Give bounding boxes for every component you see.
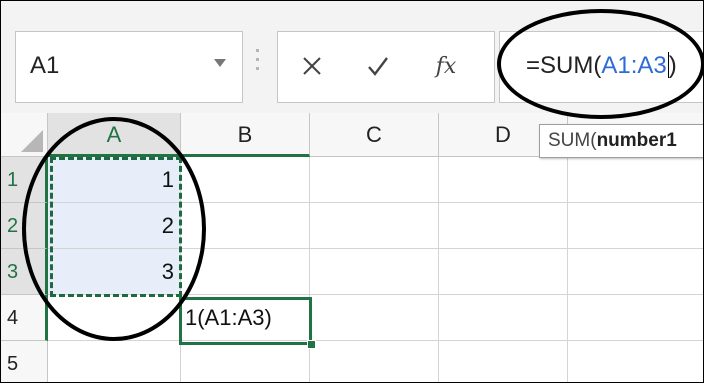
- cell-a4[interactable]: [48, 295, 181, 341]
- cell-e4[interactable]: [568, 295, 703, 341]
- select-all-corner[interactable]: [1, 113, 48, 157]
- cell-d2[interactable]: [439, 203, 568, 249]
- select-all-icon: [21, 130, 43, 152]
- row-header-3[interactable]: 3: [1, 249, 48, 295]
- cell-c3[interactable]: [310, 249, 439, 295]
- close-icon: [303, 57, 321, 75]
- column-header-b[interactable]: B: [181, 113, 310, 157]
- column-header-c[interactable]: C: [310, 113, 439, 157]
- cell-e3[interactable]: [568, 249, 703, 295]
- cell-c1[interactable]: [310, 157, 439, 203]
- cell-e5[interactable]: [568, 341, 703, 382]
- cell-d4[interactable]: [439, 295, 568, 341]
- formula-reference: A1:A3: [601, 52, 667, 79]
- fill-handle[interactable]: [307, 340, 316, 349]
- function-icon: fx: [435, 53, 457, 79]
- name-box-value: A1: [30, 52, 60, 79]
- cell-c4[interactable]: [310, 295, 439, 341]
- name-box[interactable]: A1: [15, 31, 243, 103]
- cell-b2[interactable]: [181, 203, 310, 249]
- cell-d5[interactable]: [439, 341, 568, 382]
- formula-text: =SUM(A1:A3): [526, 52, 677, 80]
- cancel-button[interactable]: [292, 46, 332, 86]
- tooltip-function: SUM(: [548, 130, 597, 151]
- cell-a3[interactable]: 3: [48, 249, 181, 295]
- formula-prefix: =SUM(: [526, 52, 602, 79]
- row-header-1[interactable]: 1: [1, 157, 48, 203]
- cell-a1[interactable]: 1: [48, 157, 181, 203]
- cell-d3[interactable]: [439, 249, 568, 295]
- cell-e2[interactable]: [568, 203, 703, 249]
- formula-input[interactable]: =SUM(A1:A3): [499, 31, 703, 103]
- checkmark-icon: [368, 57, 388, 76]
- formula-bar: A1 fx =SUM(A1:A3): [1, 1, 703, 113]
- formula-suffix: ): [668, 52, 677, 79]
- row-header-4[interactable]: 4: [1, 295, 48, 341]
- cell-d1[interactable]: [439, 157, 568, 203]
- insert-function-button[interactable]: fx: [426, 46, 466, 86]
- formula-buttons: fx: [277, 31, 495, 103]
- cell-b5[interactable]: [181, 341, 310, 382]
- drag-grip-icon[interactable]: [256, 49, 259, 79]
- tooltip-argument: number1: [596, 130, 677, 151]
- cell-c5[interactable]: [310, 341, 439, 382]
- enter-button[interactable]: [358, 46, 398, 86]
- cell-a5[interactable]: [48, 341, 181, 382]
- row-header-2[interactable]: 2: [1, 203, 48, 249]
- chevron-down-icon[interactable]: [214, 59, 226, 67]
- row-header-5[interactable]: 5: [1, 341, 48, 382]
- cell-b4[interactable]: 1(A1:A3): [181, 295, 310, 341]
- cell-e1[interactable]: [568, 157, 703, 203]
- excel-window: A1 fx =SUM(A1:A3) A B C D 1 2 3 4 5 1 2 …: [0, 0, 704, 383]
- cell-b1[interactable]: [181, 157, 310, 203]
- cell-c2[interactable]: [310, 203, 439, 249]
- function-tooltip[interactable]: SUM(number1: [539, 124, 703, 158]
- cell-b3[interactable]: [181, 249, 310, 295]
- cell-a2[interactable]: 2: [48, 203, 181, 249]
- column-header-a[interactable]: A: [48, 113, 181, 157]
